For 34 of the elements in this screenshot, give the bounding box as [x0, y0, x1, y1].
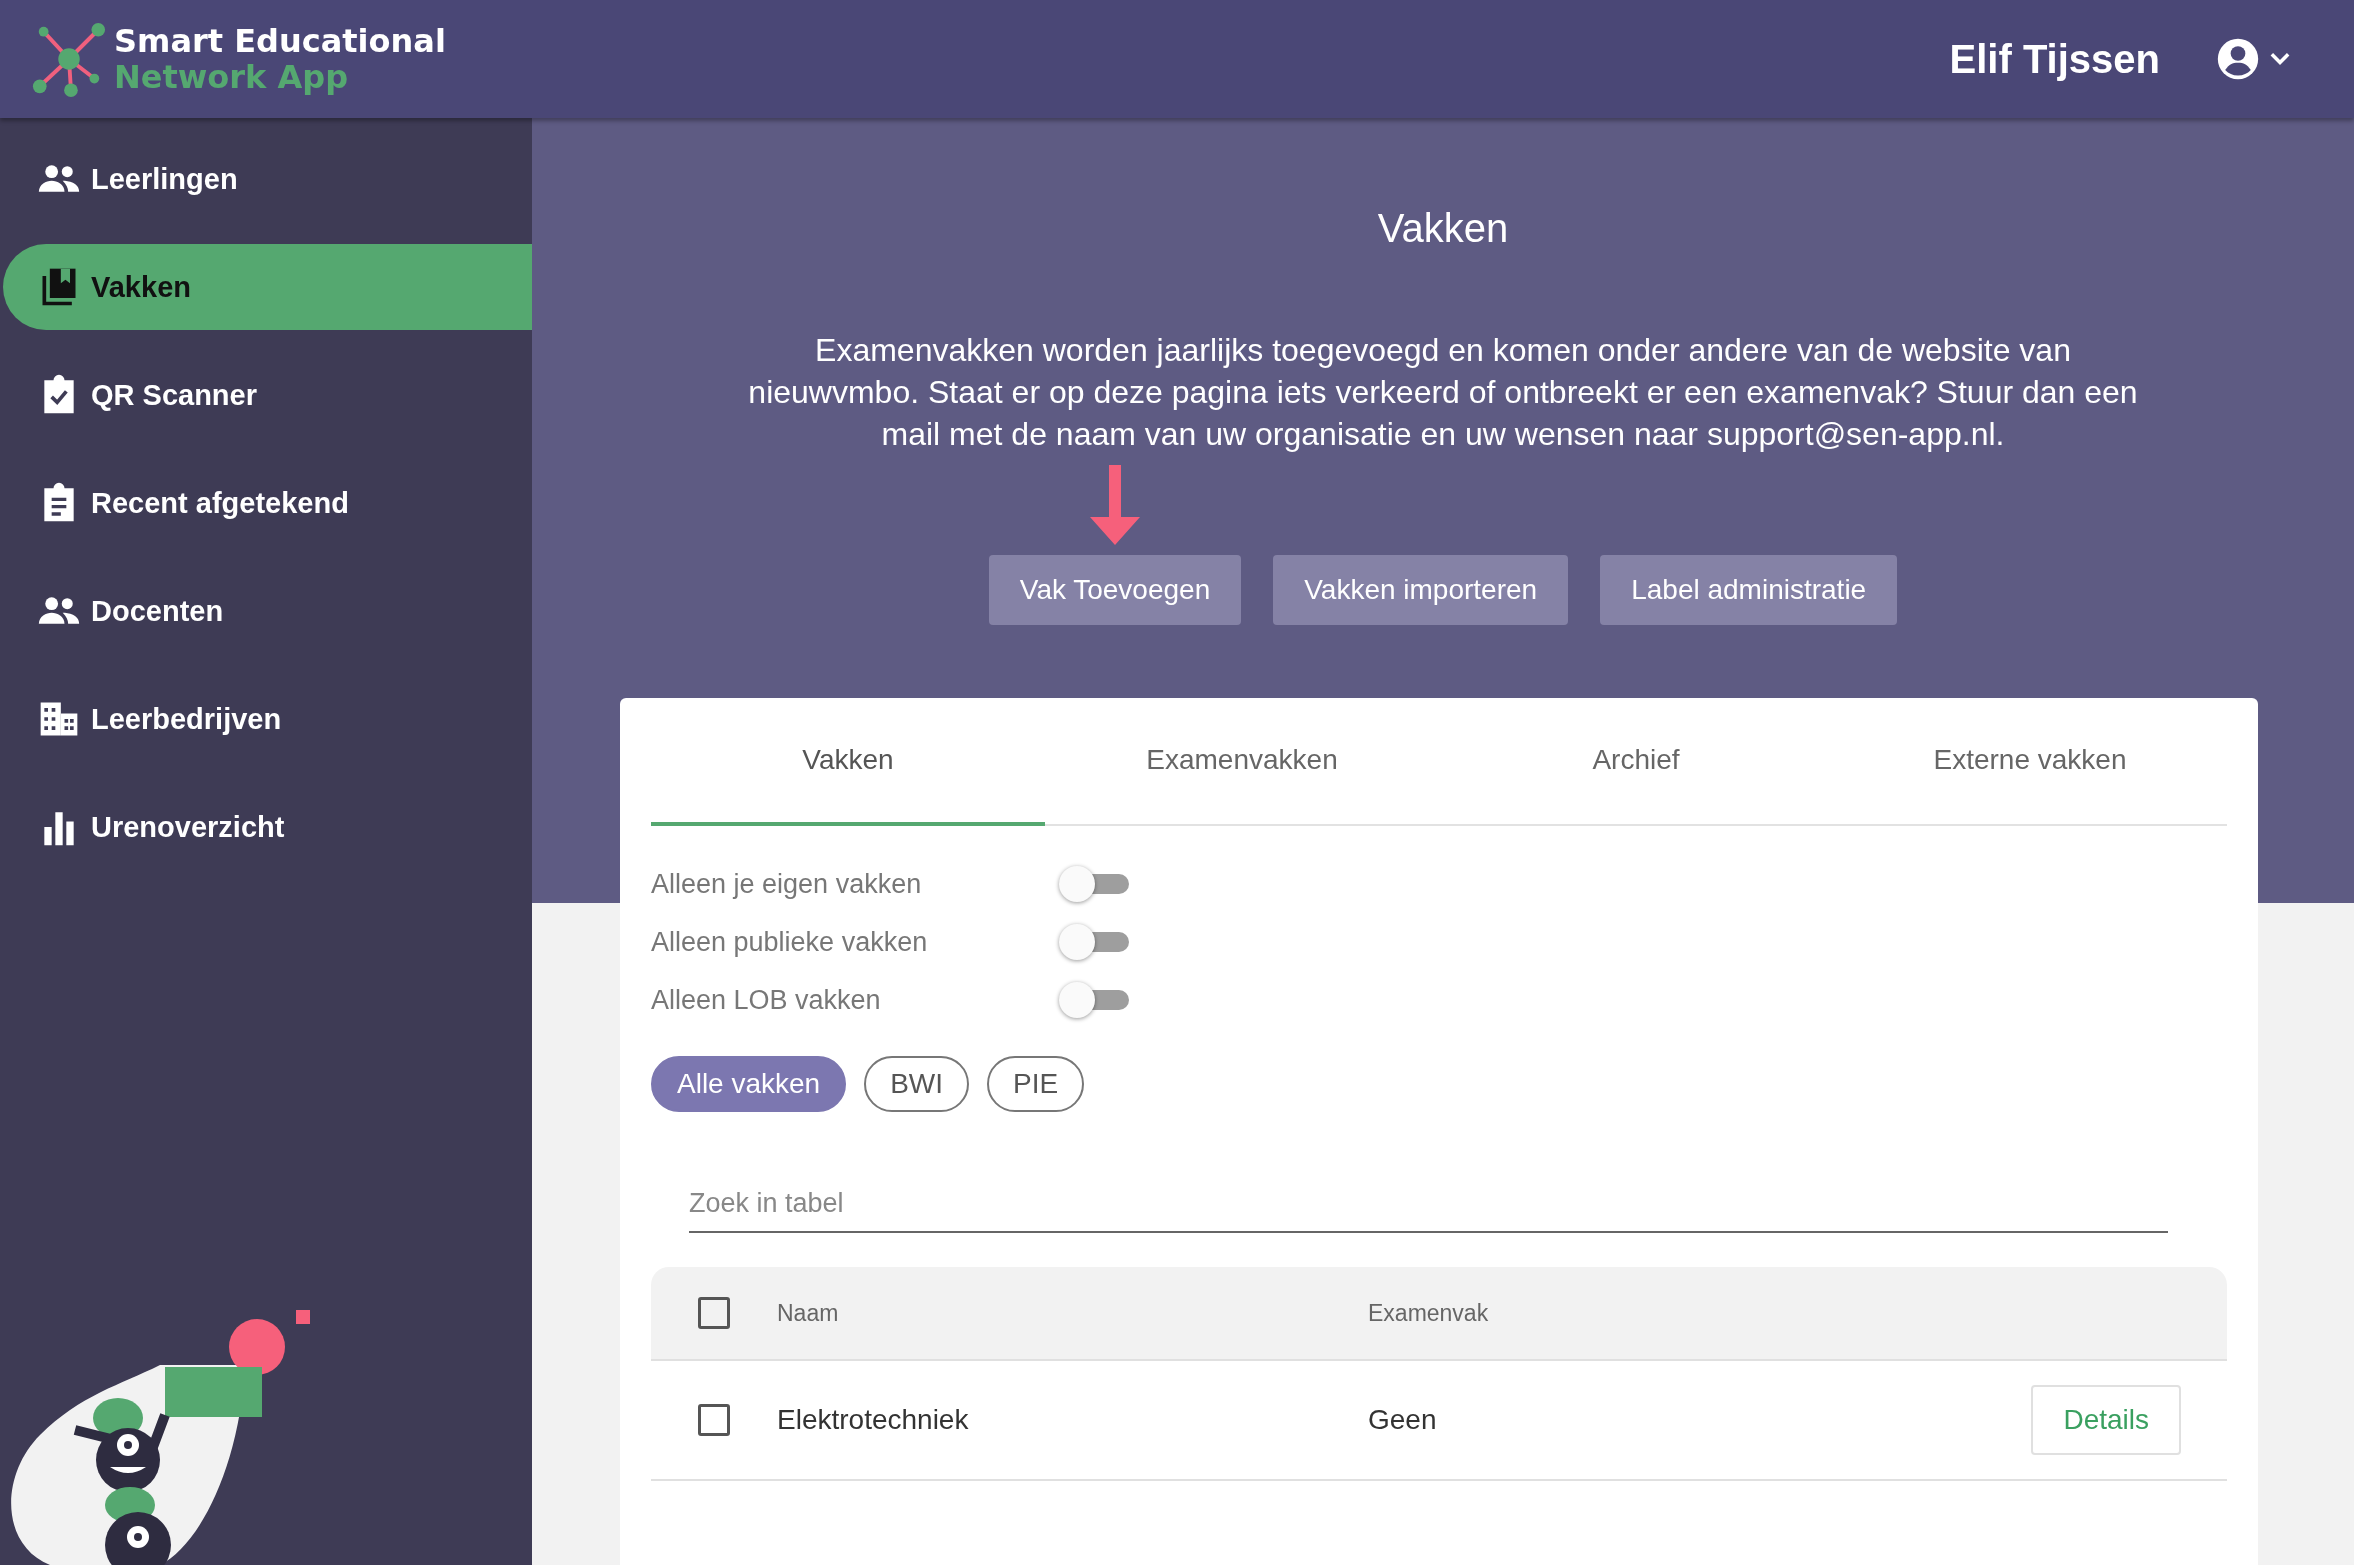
column-header: Naam	[777, 1299, 840, 1327]
arrow-icon	[1090, 465, 1140, 545]
tab[interactable]: Vakken	[651, 698, 1045, 826]
checkbox[interactable]	[698, 1297, 730, 1329]
page-title: Vakken	[1377, 206, 1509, 251]
sidebar-item[interactable]: Docenten	[3, 568, 532, 654]
sidebar-item[interactable]: Recent afgetekend	[3, 460, 532, 546]
app-name: Smart Educational	[114, 23, 446, 59]
tab[interactable]: Archief	[1439, 698, 1833, 826]
table-cell-text: Geen	[1368, 1404, 1438, 1436]
sidebar-item[interactable]: Leerbedrijven	[3, 676, 532, 762]
sidebar-item[interactable]: Vakken	[3, 244, 532, 330]
toggle-label: Alleen publieke vakken	[651, 926, 929, 958]
tab[interactable]: Externe vakken	[1833, 698, 2227, 826]
user-avatar-icon	[2216, 37, 2260, 81]
filter-chip[interactable]: BWI	[864, 1056, 970, 1112]
action-button[interactable]: Vakken importeren	[1273, 555, 1569, 625]
action-button[interactable]: Label administratie	[1600, 555, 1898, 625]
table-cell-text: Elektrotechniek	[777, 1404, 970, 1436]
action-button[interactable]: Vak Toevoegen	[988, 555, 1242, 625]
user-name: Elif Tijssen	[1949, 36, 2160, 82]
description-text: Examenvakken worden jaarlijks toegevoegd en komen onder andere van de website van nieuwvmbo. Staat er op deze pagina iets verkeerd of ontbreekt er een examenvak? Stuur dan een mail met de naam van uw organisatie en uw wensen naar support@sen-app.nl.	[747, 331, 2139, 454]
app-name: Network App	[114, 59, 350, 95]
tab[interactable]: Examenvakken	[1045, 698, 1439, 826]
toggle-label: Alleen LOB vakken	[651, 984, 882, 1016]
sidebar-item[interactable]: Leerlingen	[3, 136, 532, 222]
toggle-label: Alleen je eigen vakken	[651, 868, 923, 900]
filter-chip[interactable]: Alle vakken	[651, 1056, 847, 1112]
sidebar-item[interactable]: Urenoverzicht	[3, 784, 532, 870]
network-logo-icon	[30, 20, 108, 98]
checkbox[interactable]	[698, 1404, 730, 1436]
filter-chip[interactable]: PIE	[987, 1056, 1085, 1112]
column-header: Examenvak	[1368, 1299, 1490, 1327]
sidebar-item[interactable]: QR Scanner	[3, 352, 532, 438]
